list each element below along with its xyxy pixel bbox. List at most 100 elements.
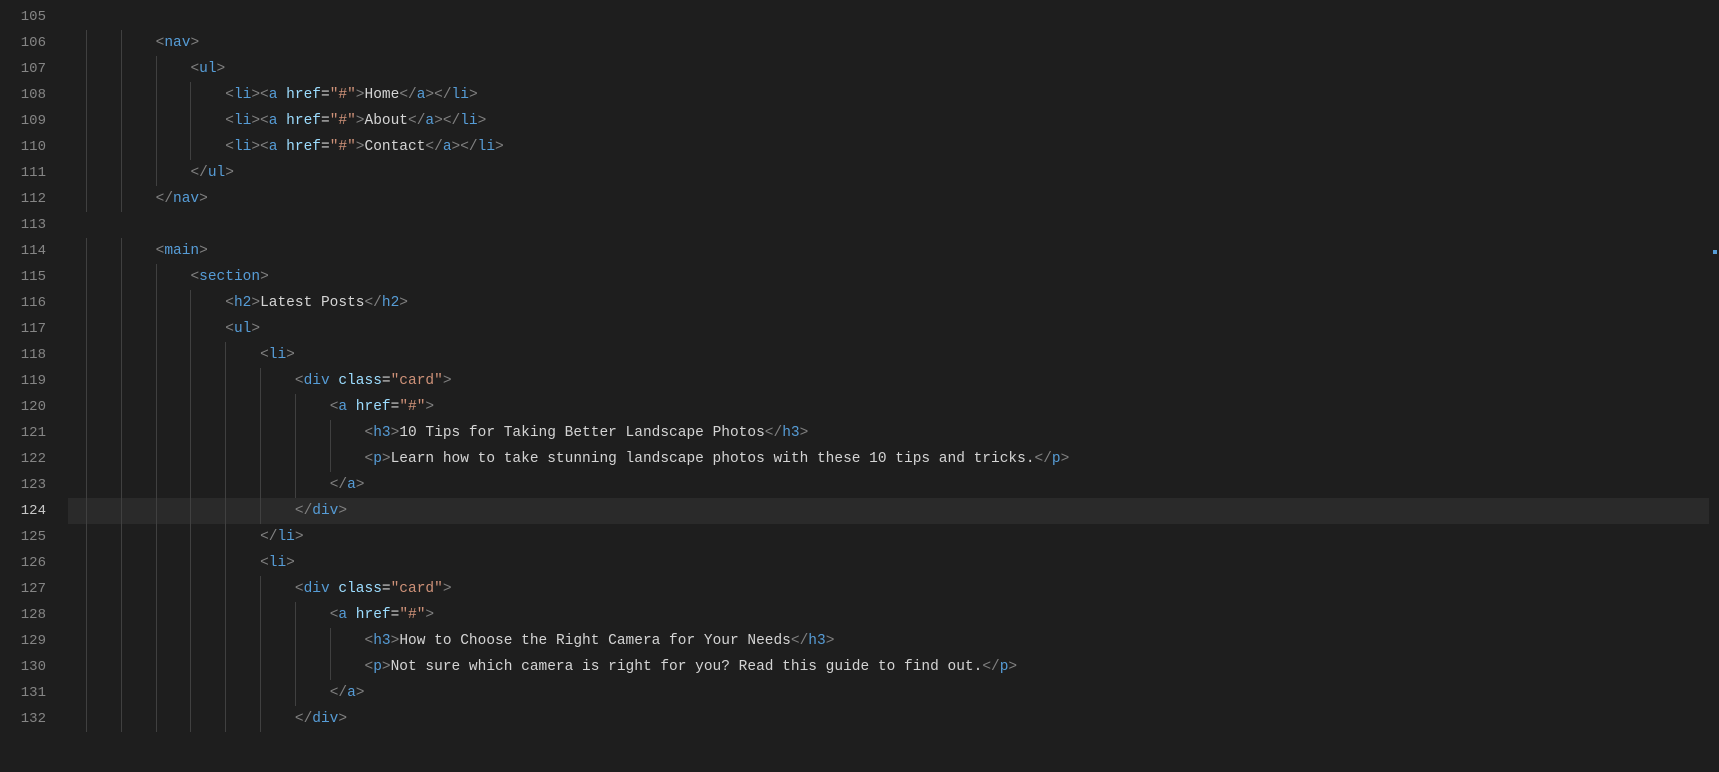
line-number: 119: [0, 368, 68, 394]
token-bracket: <: [260, 347, 269, 363]
token-bracket: >: [251, 295, 260, 311]
token-tag: ul: [199, 61, 216, 77]
code-line[interactable]: </div>: [68, 706, 1709, 732]
code-line[interactable]: <main>: [68, 238, 1709, 264]
code-line[interactable]: </a>: [68, 472, 1709, 498]
code-line[interactable]: <h2>Latest Posts</h2>: [68, 290, 1709, 316]
token-bracket: >: [260, 269, 269, 285]
token-bracket: </: [791, 633, 808, 649]
token-bracket: <: [365, 425, 374, 441]
token-bracket: >: [356, 685, 365, 701]
token-bracket: ><: [251, 113, 268, 129]
token-bracket: <: [260, 555, 269, 571]
code-line[interactable]: <h3>How to Choose the Right Camera for Y…: [68, 628, 1709, 654]
token-bracket: <: [190, 61, 199, 77]
token-tag: li: [269, 347, 286, 363]
token-tag: a: [443, 139, 452, 155]
token-tag: li: [277, 529, 294, 545]
code-line[interactable]: <nav>: [68, 30, 1709, 56]
token-tag: a: [347, 477, 356, 493]
token-bracket: >: [356, 87, 365, 103]
code-line[interactable]: <li><a href="#">Contact</a></li>: [68, 134, 1709, 160]
token-attr-name: href: [356, 399, 391, 415]
token-eq: =: [321, 139, 330, 155]
token-attr-name: href: [356, 607, 391, 623]
code-line[interactable]: </div>: [68, 498, 1709, 524]
code-line[interactable]: <li>: [68, 550, 1709, 576]
token-eq: =: [382, 373, 391, 389]
line-number: 112: [0, 186, 68, 212]
code-line[interactable]: <ul>: [68, 56, 1709, 82]
code-line[interactable]: <div class="card">: [68, 368, 1709, 394]
token-bracket: ></: [425, 87, 451, 103]
token-tag: a: [347, 685, 356, 701]
token-bracket: </: [295, 711, 312, 727]
code-line[interactable]: </li>: [68, 524, 1709, 550]
token-text: Home: [365, 87, 400, 103]
token-tag: li: [478, 139, 495, 155]
line-number: 121: [0, 420, 68, 446]
token-tag: li: [234, 87, 251, 103]
token-bracket: </: [425, 139, 442, 155]
line-number: 127: [0, 576, 68, 602]
token-text: [277, 139, 286, 155]
token-bracket: <: [365, 659, 374, 675]
token-bracket: </: [982, 659, 999, 675]
token-bracket: >: [286, 555, 295, 571]
code-line[interactable]: </a>: [68, 680, 1709, 706]
minimap[interactable]: [1709, 0, 1719, 772]
token-bracket: </: [330, 477, 347, 493]
token-bracket: </: [765, 425, 782, 441]
code-line[interactable]: </ul>: [68, 160, 1709, 186]
token-attr-name: class: [338, 581, 382, 597]
code-line[interactable]: <ul>: [68, 316, 1709, 342]
token-bracket: <: [225, 295, 234, 311]
token-attr-value: "#": [399, 607, 425, 623]
token-bracket: >: [286, 347, 295, 363]
line-number: 116: [0, 290, 68, 316]
code-editor[interactable]: 1051061071081091101111121131141151161171…: [0, 0, 1719, 772]
token-attr-value: "#": [330, 113, 356, 129]
token-tag: p: [373, 451, 382, 467]
token-bracket: </: [260, 529, 277, 545]
code-line[interactable]: <section>: [68, 264, 1709, 290]
token-text: Learn how to take stunning landscape pho…: [391, 451, 1035, 467]
code-line[interactable]: [68, 212, 1709, 238]
token-bracket: >: [338, 711, 347, 727]
token-attr-value: "card": [391, 373, 443, 389]
code-area[interactable]: <nav> <ul> <li><a href="#">Home</a></li>…: [68, 0, 1709, 772]
code-line[interactable]: <a href="#">: [68, 602, 1709, 628]
code-line[interactable]: <div class="card">: [68, 576, 1709, 602]
token-bracket: <: [225, 321, 234, 337]
token-bracket: >: [217, 61, 226, 77]
token-attr-name: class: [338, 373, 382, 389]
token-bracket: </: [330, 685, 347, 701]
code-line[interactable]: <li>: [68, 342, 1709, 368]
code-line[interactable]: <h3>10 Tips for Taking Better Landscape …: [68, 420, 1709, 446]
token-text: Contact: [365, 139, 426, 155]
code-line[interactable]: </nav>: [68, 186, 1709, 212]
token-bracket: <: [190, 269, 199, 285]
code-line[interactable]: <a href="#">: [68, 394, 1709, 420]
token-tag: ul: [234, 321, 251, 337]
token-bracket: >: [478, 113, 487, 129]
line-number: 115: [0, 264, 68, 290]
code-line[interactable]: <p>Learn how to take stunning landscape …: [68, 446, 1709, 472]
token-bracket: </: [399, 87, 416, 103]
line-number: 126: [0, 550, 68, 576]
token-bracket: >: [800, 425, 809, 441]
line-number: 114: [0, 238, 68, 264]
code-line[interactable]: [68, 4, 1709, 30]
token-bracket: </: [364, 295, 381, 311]
token-attr-value: "#": [399, 399, 425, 415]
code-line[interactable]: <li><a href="#">About</a></li>: [68, 108, 1709, 134]
code-line[interactable]: <p>Not sure which camera is right for yo…: [68, 654, 1709, 680]
token-bracket: <: [365, 451, 374, 467]
token-bracket: >: [225, 165, 234, 181]
token-bracket: >: [356, 477, 365, 493]
code-line[interactable]: <li><a href="#">Home</a></li>: [68, 82, 1709, 108]
token-bracket: >: [495, 139, 504, 155]
token-bracket: >: [338, 503, 347, 519]
token-bracket: </: [156, 191, 173, 207]
line-number: 123: [0, 472, 68, 498]
